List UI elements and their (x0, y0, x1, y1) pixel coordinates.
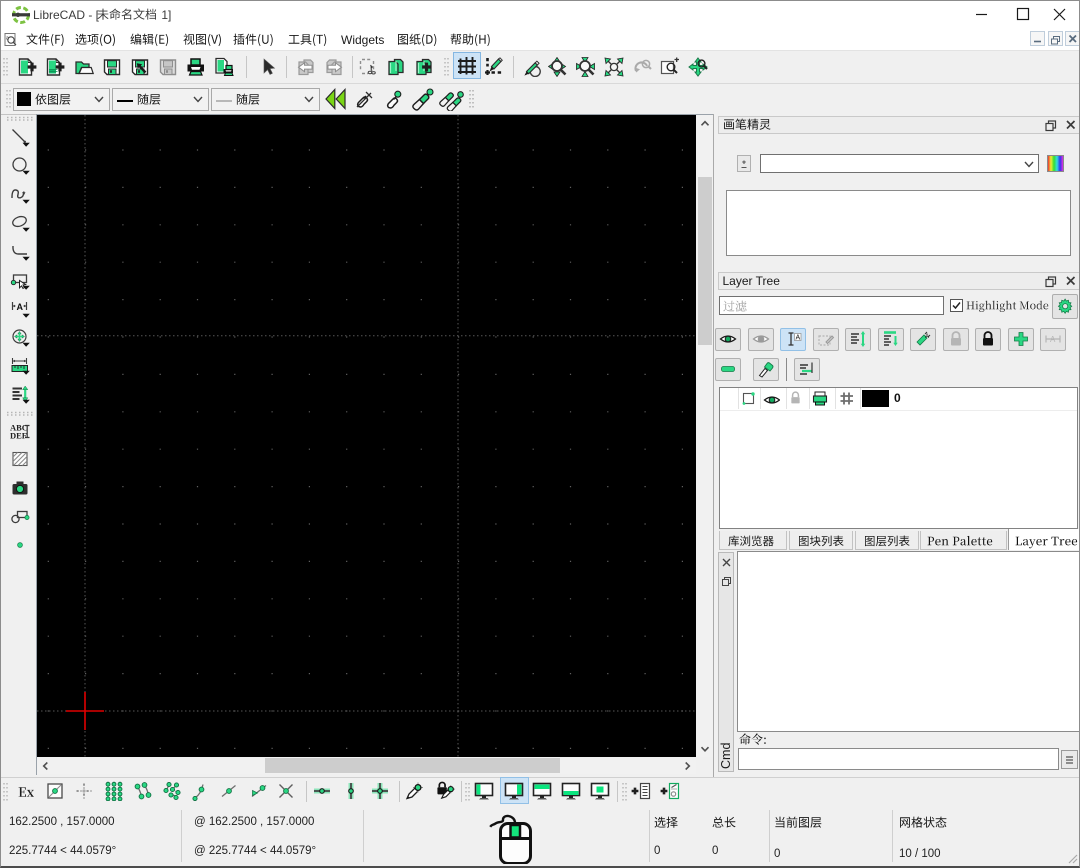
svg-text:A: A (17, 302, 24, 312)
svg-text:DEF: DEF (10, 431, 27, 441)
svg-text:A: A (1050, 335, 1056, 344)
svg-text:A: A (925, 334, 929, 340)
svg-text:A: A (796, 335, 801, 342)
svg-text:a: a (6, 36, 9, 42)
